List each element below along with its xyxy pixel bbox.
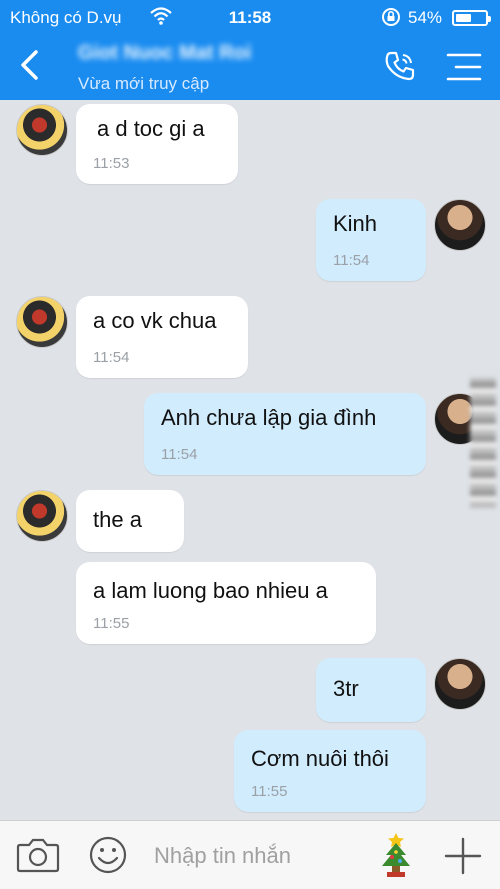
menu-icon <box>446 53 482 81</box>
composer-bar <box>0 820 500 889</box>
message-bubble-outgoing[interactable]: 3tr <box>316 658 426 722</box>
more-button[interactable] <box>444 837 482 875</box>
camera-icon <box>16 838 60 873</box>
contact-name[interactable]: Giot Nuoc Mat Roi <box>78 42 348 68</box>
message-bubble-incoming[interactable]: a d toc gi a 11:53 <box>76 104 238 184</box>
contact-status: Vừa mới truy cập <box>78 74 210 93</box>
message-time: 11:54 <box>93 349 130 366</box>
blurred-overlay <box>470 378 496 508</box>
status-bar: Không có D.vụ 11:58 54% <box>0 6 500 28</box>
message-input[interactable] <box>154 841 354 871</box>
sticker-button[interactable] <box>376 831 416 879</box>
message-bubble-outgoing[interactable]: Anh chưa lập gia đình 11:54 <box>144 393 426 475</box>
rotation-lock-icon <box>380 6 402 33</box>
message-bubble-outgoing[interactable]: Kinh 11:54 <box>316 199 426 281</box>
message-text: the a <box>93 507 142 532</box>
message-time: 11:54 <box>161 446 198 463</box>
smiley-icon <box>89 836 127 874</box>
message-time: 11:54 <box>333 252 370 269</box>
message-text: Anh chưa lập gia đình <box>161 405 377 430</box>
back-icon <box>21 50 38 80</box>
message-text: a d toc gi a <box>97 116 205 141</box>
message-time: 11:53 <box>93 155 130 172</box>
message-text: Kinh <box>333 211 378 236</box>
my-avatar[interactable] <box>434 658 486 710</box>
plus-icon <box>444 837 482 875</box>
message-bubble-incoming[interactable]: a lam luong bao nhieu a 11:55 <box>76 562 376 644</box>
phone-icon <box>385 51 415 81</box>
message-time: 11:55 <box>93 615 130 632</box>
message-list[interactable]: a d toc gi a 11:53 Kinh 11:54 a co vk ch… <box>0 100 500 820</box>
message-bubble-incoming[interactable]: a co vk chua 11:54 <box>76 296 248 378</box>
my-avatar[interactable] <box>434 199 486 251</box>
back-button[interactable] <box>14 48 48 82</box>
message-text: 3tr <box>333 676 359 701</box>
battery-icon <box>452 10 491 26</box>
contact-avatar[interactable] <box>16 296 68 348</box>
message-bubble-incoming[interactable]: the a <box>76 490 184 552</box>
battery-percent: 54% <box>408 8 443 27</box>
contact-avatar[interactable] <box>16 104 68 156</box>
message-time: 11:55 <box>251 783 288 800</box>
call-button[interactable] <box>384 50 416 82</box>
camera-button[interactable] <box>16 837 60 873</box>
chat-header: Không có D.vụ 11:58 54% Giot Nuoc Mat Ro… <box>0 0 500 100</box>
message-text: a co vk chua <box>93 308 217 333</box>
christmas-tree-icon <box>382 833 410 877</box>
menu-button[interactable] <box>446 52 482 82</box>
emoji-button[interactable] <box>88 835 128 875</box>
message-text: a lam luong bao nhieu a <box>93 578 328 603</box>
message-text: Cơm nuôi thôi <box>251 746 389 771</box>
message-bubble-outgoing[interactable]: Cơm nuôi thôi 11:55 <box>234 730 426 812</box>
contact-avatar[interactable] <box>16 490 68 542</box>
